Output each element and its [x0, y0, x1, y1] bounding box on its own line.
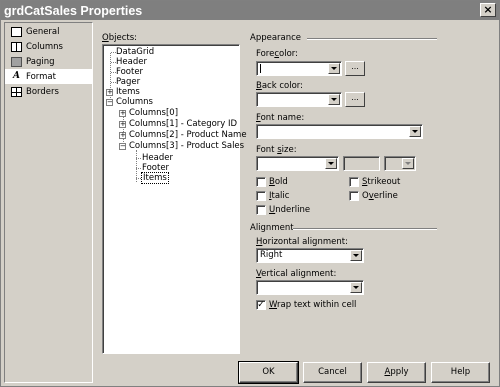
paging-icon — [11, 56, 22, 67]
nav-item-general[interactable]: General — [5, 24, 92, 39]
format-icon: A — [13, 70, 20, 81]
alignment-separator — [293, 228, 437, 230]
tree-node[interactable]: Columns[3] - Product Sales — [129, 141, 244, 151]
italic-checkbox[interactable] — [256, 191, 266, 201]
tree-node[interactable]: Columns[0] — [129, 108, 178, 118]
tree-node[interactable]: Footer — [116, 67, 143, 77]
fontsize-custom-field — [343, 156, 380, 171]
columns-icon — [11, 41, 22, 52]
expand-icon[interactable]: + — [119, 110, 126, 117]
dropdown-arrow-icon[interactable] — [350, 282, 362, 293]
appearance-group-label: Appearance — [250, 33, 302, 43]
borders-icon — [11, 86, 22, 97]
nav-item-paging[interactable]: Paging — [5, 54, 92, 69]
strikeout-checkbox[interactable] — [349, 177, 359, 187]
dropdown-arrow-icon[interactable] — [409, 126, 421, 137]
nav-item-format[interactable]: A Format — [5, 69, 92, 84]
bold-label: Bold — [269, 177, 288, 187]
appearance-separator — [307, 38, 437, 40]
nav-item-borders[interactable]: Borders — [5, 84, 92, 99]
tree-node[interactable]: Header — [116, 57, 147, 67]
strikeout-label: Strikeout — [362, 177, 401, 187]
page-nav: General Columns Paging A Format Borders — [4, 22, 93, 383]
expand-icon[interactable]: + — [119, 132, 126, 139]
dropdown-arrow-icon[interactable] — [350, 250, 362, 261]
overline-checkbox[interactable] — [349, 191, 359, 201]
objects-label: Objects: — [102, 33, 137, 43]
dropdown-arrow-icon[interactable] — [325, 158, 337, 169]
italic-label: Italic — [269, 191, 290, 201]
close-button[interactable]: × — [480, 3, 496, 17]
ok-button[interactable]: OK — [238, 361, 299, 384]
nav-item-label: Format — [26, 71, 56, 82]
wrap-text-label: Wrap text within cell — [269, 300, 357, 310]
nav-item-columns[interactable]: Columns — [5, 39, 92, 54]
bold-checkbox[interactable] — [256, 177, 266, 187]
objects-tree[interactable]: DataGrid Header Footer Pager + Items − C… — [102, 44, 247, 354]
overline-label: Overline — [362, 191, 398, 201]
nav-item-label: General — [26, 26, 60, 37]
fontsize-label: Font size: — [256, 145, 297, 155]
tree-node[interactable]: Columns[2] - Product Name — [129, 130, 247, 140]
vertical-alignment-label: Vertical alignment: — [256, 269, 337, 279]
general-icon — [11, 26, 22, 37]
dropdown-arrow-icon[interactable] — [328, 63, 340, 74]
tree-node[interactable]: Columns — [116, 97, 153, 107]
tree-node-selected[interactable]: Items — [141, 172, 169, 184]
properties-dialog: grdCatSales Properties × General Columns… — [0, 0, 500, 387]
forecolor-combo[interactable] — [256, 61, 342, 76]
tree-node[interactable]: Header — [142, 153, 173, 163]
alignment-group-label: Alignment — [250, 223, 294, 233]
tree-node[interactable]: Items — [116, 87, 140, 97]
horizontal-alignment-combo[interactable]: Right — [256, 248, 364, 263]
wrap-text-checkbox[interactable]: ✓ — [256, 300, 266, 310]
expand-icon[interactable]: + — [119, 121, 126, 128]
cancel-button[interactable]: Cancel — [303, 362, 362, 383]
nav-item-label: Paging — [26, 56, 55, 67]
nav-item-label: Columns — [26, 41, 63, 52]
collapse-icon[interactable]: − — [106, 99, 113, 106]
underline-checkbox[interactable] — [256, 205, 266, 215]
nav-item-label: Borders — [26, 86, 59, 97]
fontname-combo[interactable] — [256, 124, 423, 139]
dropdown-arrow-icon[interactable] — [328, 94, 340, 105]
tree-node[interactable]: DataGrid — [116, 47, 154, 57]
forecolor-picker-button[interactable]: ... — [345, 61, 365, 76]
backcolor-label: Back color: — [256, 81, 303, 91]
fontsize-combo[interactable] — [256, 156, 339, 171]
expand-icon[interactable]: + — [106, 89, 113, 96]
horizontal-alignment-label: Horizontal alignment: — [256, 237, 348, 247]
vertical-alignment-combo[interactable] — [256, 280, 364, 295]
fontsize-unit-combo — [384, 156, 416, 171]
apply-button[interactable]: Apply — [367, 362, 426, 383]
window-title: grdCatSales Properties — [4, 3, 143, 18]
tree-node[interactable]: Pager — [116, 77, 140, 87]
tree-node[interactable]: Columns[1] - Category ID — [129, 119, 237, 129]
fontname-label: Font name: — [256, 113, 305, 123]
title-bar: grdCatSales Properties × — [1, 1, 499, 20]
text-caret — [260, 64, 261, 73]
forecolor-label: Forecolor: — [256, 49, 298, 59]
underline-label: Underline — [269, 205, 311, 215]
help-button[interactable]: Help — [431, 362, 490, 383]
backcolor-picker-button[interactable]: ... — [345, 92, 365, 107]
collapse-icon[interactable]: − — [119, 143, 126, 150]
dropdown-arrow-icon — [402, 158, 414, 169]
backcolor-combo[interactable] — [256, 92, 342, 107]
